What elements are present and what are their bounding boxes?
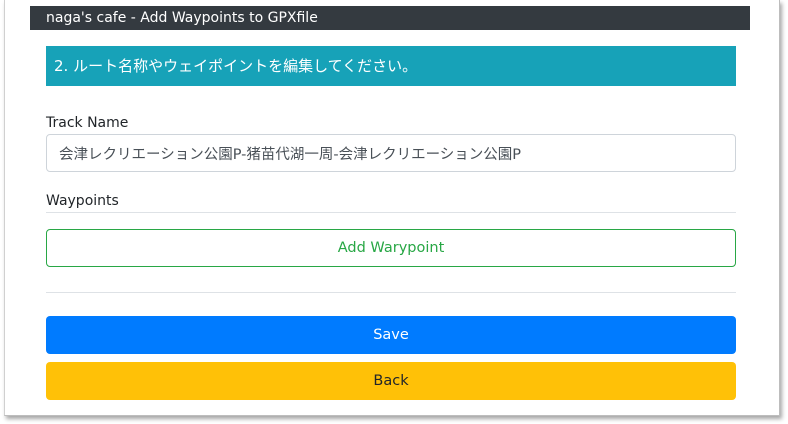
- track-name-input[interactable]: [46, 134, 736, 172]
- step-banner-text: 2. ルート名称やウェイポイントを編集してください。: [54, 57, 418, 75]
- step-banner: 2. ルート名称やウェイポイントを編集してください。: [46, 46, 736, 86]
- waypoints-label: Waypoints: [46, 193, 119, 209]
- save-button[interactable]: Save: [46, 316, 736, 354]
- add-waypoint-button[interactable]: Add Warypoint: [46, 229, 736, 267]
- navbar: naga's cafe - Add Waypoints to GPXfile: [30, 6, 750, 30]
- track-name-label: Track Name: [46, 115, 129, 131]
- navbar-brand[interactable]: naga's cafe - Add Waypoints to GPXfile: [46, 9, 318, 27]
- waypoints-divider: [46, 212, 736, 213]
- section-divider: [46, 292, 736, 293]
- back-button[interactable]: Back: [46, 362, 736, 400]
